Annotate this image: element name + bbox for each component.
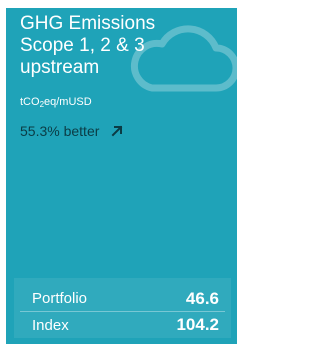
unit-label: tCO2eq/mUSD	[20, 96, 92, 111]
stat-label: Index	[32, 316, 69, 334]
performance-text: 55.3% better	[20, 123, 100, 139]
stat-value: 104.2	[176, 315, 219, 334]
performance-indicator: 55.3% better	[20, 122, 123, 140]
ghg-emissions-card[interactable]: GHG Emissions Scope 1, 2 & 3 upstream tC…	[6, 8, 237, 344]
stat-row-index: Index 104.2	[20, 312, 225, 338]
title-line: GHG Emissions	[20, 13, 156, 34]
arrow-up-right-icon	[111, 125, 123, 137]
unit-main: tCO	[20, 96, 40, 108]
unit-rest: eq/mUSD	[44, 96, 92, 108]
title-line: Scope 1, 2 & 3	[20, 35, 145, 56]
card-title: GHG Emissions Scope 1, 2 & 3 upstream	[20, 13, 200, 79]
stat-value: 46.6	[185, 288, 219, 308]
stat-row-portfolio: Portfolio 46.6	[20, 286, 225, 312]
stats-table: Portfolio 46.6 Index 104.2	[20, 286, 225, 338]
title-line: upstream	[20, 57, 100, 78]
stat-label: Portfolio	[32, 290, 88, 307]
